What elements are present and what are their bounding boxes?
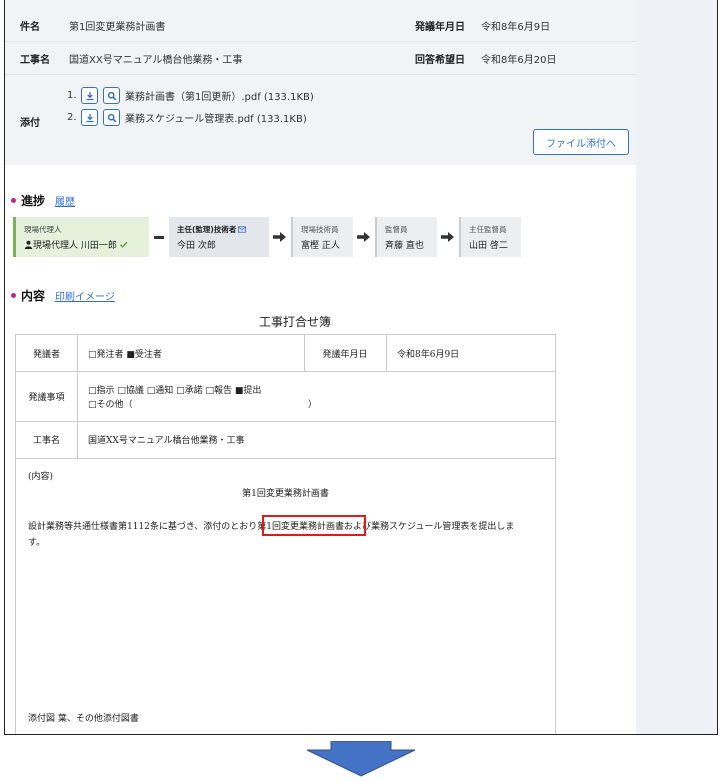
grid-line <box>16 371 555 372</box>
body-line2: す。 <box>28 538 46 548</box>
divider <box>5 41 636 42</box>
side-pane <box>636 0 717 734</box>
window-frame: 件名 第1回変更業務計画書 発議年月日 令和8年6月9日 工事名 国道XX号マニ… <box>4 0 718 735</box>
preview-button[interactable] <box>103 87 120 104</box>
progress-heading: 進捗 履歴 <box>11 192 75 209</box>
step-person: 現場代理人 川田一郎 <box>24 238 141 251</box>
progress-title: 進捗 <box>21 194 46 208</box>
preview-button[interactable] <box>103 109 120 126</box>
info-row-subject: 件名 第1回変更業務計画書 発議年月日 令和8年6月9日 <box>5 11 636 39</box>
issue-date-value: 令和8年6月9日 <box>481 21 551 33</box>
content-title: 内容 <box>21 289 46 303</box>
step-role: 現場技術員 <box>301 224 339 234</box>
content-heading: 内容 印刷イメージ <box>11 287 115 304</box>
info-row-work: 工事名 国道XX号マニュアル橋台他業務・工事 回答希望日 令和8年6月20日 <box>5 44 636 72</box>
download-icon <box>86 91 93 100</box>
attachment-item: 2. 業務スケジュール管理表.pdf (133.1KB) <box>67 109 307 126</box>
attachment-number: 1. <box>67 90 77 101</box>
doc-work-label: 工事名 <box>32 436 60 446</box>
user-icon <box>24 240 33 249</box>
download-button[interactable] <box>81 109 98 126</box>
flow-step-site-agent: 現場代理人 現場代理人 川田一郎 <box>13 217 149 257</box>
matter-close: ） <box>308 400 318 410</box>
search-icon <box>107 113 116 122</box>
divider <box>5 74 636 75</box>
main-pane: 件名 第1回変更業務計画書 発議年月日 令和8年6月9日 工事名 国道XX号マニ… <box>5 0 636 734</box>
document-title: 工事打合せ簿 <box>258 315 331 329</box>
attached-drawings-note: 添付図 葉、その他添付図書 <box>28 714 139 724</box>
flow-step-site-engineer: 現場技術員 富樫 正人 <box>291 217 353 257</box>
flow-connector <box>154 235 164 239</box>
attachment-number: 2. <box>67 112 77 123</box>
mail-icon <box>238 225 247 233</box>
work-value: 国道XX号マニュアル橋台他業務・工事 <box>69 54 243 66</box>
bullet-icon <box>11 293 16 298</box>
download-button[interactable] <box>81 87 98 104</box>
body-title: 第1回変更業務計画書 <box>242 489 329 499</box>
issuer-label: 発議者 <box>32 349 60 360</box>
work-label: 工事名 <box>20 54 50 66</box>
step-role: 現場代理人 <box>24 224 62 234</box>
file-attach-button[interactable]: ファイル添付へ <box>533 129 629 155</box>
attachment-filename[interactable]: 業務スケジュール管理表.pdf (133.1KB) <box>125 110 307 125</box>
reply-date-value: 令和8年6月20日 <box>481 54 557 66</box>
attach-label: 添付 <box>20 118 40 129</box>
approval-flow: 現場代理人 現場代理人 川田一郎 主任(監理)技術者 今田 次郎 現場技術員 富… <box>13 217 521 257</box>
doc-issue-date-label: 発議年月日 <box>322 349 368 360</box>
print-preview-link[interactable]: 印刷イメージ <box>55 288 115 303</box>
flow-step-chief-supervisor: 主任監督員 山田 啓二 <box>459 217 521 257</box>
step-role: 監督員 <box>385 224 408 234</box>
matter-line1: □指示 □協議 □通知 □承諾 □報告 ■提出 <box>88 386 262 396</box>
check-icon <box>119 241 128 248</box>
step-role: 主任監督員 <box>469 224 507 234</box>
attachment-filename[interactable]: 業務計画書（第1回更新）.pdf (133.1KB) <box>125 88 314 103</box>
attachment-item: 1. 業務計画書（第1回更新）.pdf (133.1KB) <box>67 87 314 104</box>
grid-line <box>386 335 387 371</box>
grid-line <box>77 335 78 458</box>
bullet-icon <box>11 198 16 203</box>
history-link[interactable]: 履歴 <box>55 193 75 208</box>
doc-issue-date-value: 令和8年6月9日 <box>397 349 460 360</box>
arrow-right-icon <box>437 231 459 243</box>
matter-line2: □その他（ <box>88 400 133 410</box>
matter-label: 発議事項 <box>28 392 65 403</box>
arrow-right-icon <box>353 231 375 243</box>
arrow-down-icon <box>306 741 416 777</box>
issue-date-label: 発議年月日 <box>415 21 465 33</box>
doc-work-value: 国道XX号マニュアル橋台他業務・工事 <box>88 436 245 446</box>
meeting-record-form: 発議者 □発注者 ■受注者 発議年月日 令和8年6月9日 発議事項 □指示 □協… <box>15 334 556 734</box>
step-name: 今田 次郎 <box>177 240 216 251</box>
flow-step-chief-engineer: 主任(監理)技術者 今田 次郎 <box>169 217 269 257</box>
grid-line <box>16 458 555 459</box>
step-role-wrap: 主任(監理)技術者 <box>177 224 261 235</box>
step-role: 主任(監理)技術者 <box>177 224 237 234</box>
subject-label: 件名 <box>20 21 40 33</box>
issuer-value: □発注者 ■受注者 <box>88 349 162 360</box>
step-name: 現場代理人 川田一郎 <box>33 240 117 251</box>
body-label: (内容) <box>28 472 54 482</box>
info-panel: 件名 第1回変更業務計画書 発議年月日 令和8年6月9日 工事名 国道XX号マニ… <box>5 0 636 165</box>
flow-step-supervisor: 監督員 斉藤 直也 <box>375 217 437 257</box>
step-name: 斉藤 直也 <box>385 240 424 251</box>
step-name: 山田 啓二 <box>469 240 508 251</box>
reply-date-label: 回答希望日 <box>415 54 465 66</box>
download-icon <box>86 113 93 122</box>
step-name: 富樫 正人 <box>301 240 340 251</box>
arrow-right-icon <box>269 231 291 243</box>
highlight-box <box>262 515 366 536</box>
search-icon <box>107 91 116 100</box>
subject-value: 第1回変更業務計画書 <box>69 21 166 33</box>
